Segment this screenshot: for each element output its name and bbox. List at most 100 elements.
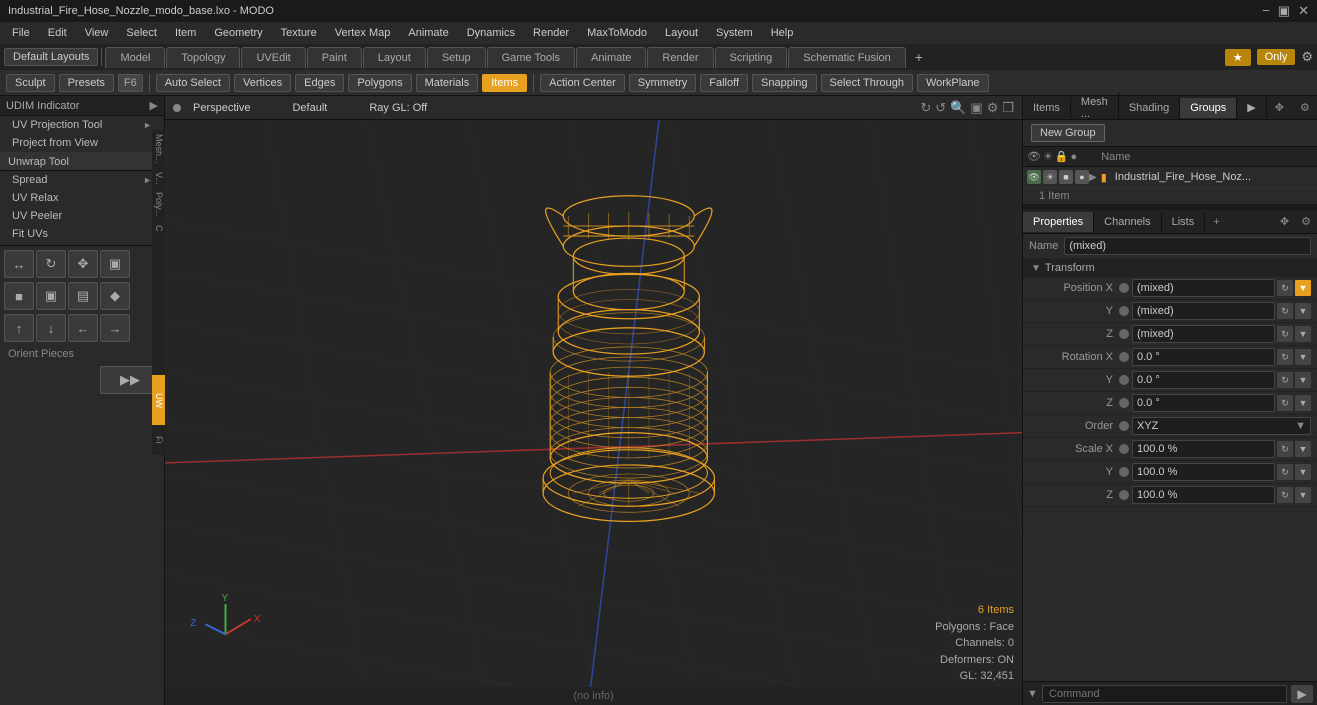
menu-system[interactable]: System	[708, 25, 761, 41]
pos-z-lock-icon[interactable]: ▼	[1295, 326, 1311, 342]
viewport-fit-icon[interactable]: ▣	[970, 100, 982, 116]
viewport-search-icon[interactable]: 🔍	[950, 100, 966, 116]
uv-peeler-item[interactable]: UV Peeler	[0, 207, 164, 225]
tab-gear-icon[interactable]: ⚙	[1301, 49, 1313, 65]
name-value[interactable]: (mixed)	[1064, 237, 1311, 255]
tool-icon-8[interactable]: ◆	[100, 282, 130, 310]
viewport-rotate-icon[interactable]: ↻	[920, 100, 931, 116]
spread-item[interactable]: Spread ►	[0, 171, 164, 189]
only-button[interactable]: Only	[1257, 49, 1296, 65]
rot-y-lock-icon[interactable]: ▼	[1295, 372, 1311, 388]
tab-mesh[interactable]: Mesh ...	[1071, 92, 1119, 124]
rot-x-lock-icon[interactable]: ▼	[1295, 349, 1311, 365]
tool-icon-1[interactable]: ↔	[4, 250, 34, 278]
scale-z-lock-icon[interactable]: ▼	[1295, 487, 1311, 503]
tool-icon-7[interactable]: ▤	[68, 282, 98, 310]
rot-z-lock-icon[interactable]: ▼	[1295, 395, 1311, 411]
tab-game-tools[interactable]: Game Tools	[487, 47, 576, 68]
tool-icon-5[interactable]: ■	[4, 282, 34, 310]
polygons-button[interactable]: Polygons	[348, 74, 411, 92]
default-layouts-dropdown[interactable]: Default Layouts	[4, 48, 98, 66]
props-expand-icon[interactable]: ✥	[1274, 211, 1295, 232]
add-tab-button[interactable]: +	[907, 45, 931, 69]
rot-y-reset-icon[interactable]: ↻	[1277, 372, 1293, 388]
unwrap-tool-section[interactable]: Unwrap Tool	[0, 152, 164, 171]
group-row-1[interactable]: 👁 ☀ ■ ● ▶ ▮ Industrial_Fire_Hose_Noz...	[1023, 167, 1317, 188]
scale-y-lock-icon[interactable]: ▼	[1295, 464, 1311, 480]
sculpt-button[interactable]: Sculpt	[6, 74, 55, 92]
tab-channels[interactable]: Channels	[1094, 212, 1161, 232]
pos-y-lock-icon[interactable]: ▼	[1295, 303, 1311, 319]
order-value[interactable]: XYZ ▼	[1132, 417, 1311, 435]
position-z-value[interactable]: (mixed)	[1132, 325, 1275, 343]
snapping-button[interactable]: Snapping	[752, 74, 817, 92]
falloff-button[interactable]: Falloff	[700, 74, 748, 92]
tab-schematic[interactable]: Schematic Fusion	[788, 47, 905, 68]
menu-animate[interactable]: Animate	[400, 25, 456, 41]
transform-section-header[interactable]: ▼ Transform	[1023, 259, 1317, 277]
viewport-settings-icon[interactable]: ⚙	[987, 100, 999, 116]
group-render-icon[interactable]: ☀	[1043, 170, 1057, 184]
group-eye-icon[interactable]: 👁	[1027, 170, 1041, 184]
viewport-reset-icon[interactable]: ↺	[935, 100, 946, 116]
tab-layout[interactable]: Layout	[363, 47, 426, 68]
left-panel-expand-icon[interactable]: ▶	[150, 99, 158, 112]
menu-render[interactable]: Render	[525, 25, 577, 41]
rot-z-reset-icon[interactable]: ↻	[1277, 395, 1293, 411]
tab-groups[interactable]: Groups	[1180, 98, 1237, 118]
tab-animate[interactable]: Animate	[576, 47, 646, 68]
props-tab-plus[interactable]: +	[1205, 212, 1227, 232]
right-expand-icon[interactable]: ✥	[1267, 97, 1292, 118]
rotation-x-value[interactable]: 0.0 °	[1132, 348, 1275, 366]
menu-select[interactable]: Select	[118, 25, 165, 41]
viewport-expand-icon[interactable]: ❒	[1002, 100, 1014, 116]
tool-icon-12[interactable]: →	[100, 314, 130, 342]
close-icon[interactable]: ✕	[1298, 3, 1309, 19]
menu-dynamics[interactable]: Dynamics	[459, 25, 523, 41]
group-prop-icon[interactable]: ●	[1075, 170, 1089, 184]
menu-view[interactable]: View	[77, 25, 117, 41]
tool-icon-10[interactable]: ↓	[36, 314, 66, 342]
tool-icon-3[interactable]: ✥	[68, 250, 98, 278]
menu-layout[interactable]: Layout	[657, 25, 706, 41]
menu-file[interactable]: File	[4, 25, 38, 41]
menu-geometry[interactable]: Geometry	[206, 25, 270, 41]
tool-icon-4[interactable]: ▣	[100, 250, 130, 278]
menu-item[interactable]: Item	[167, 25, 204, 41]
auto-select-button[interactable]: Auto Select	[156, 74, 230, 92]
scale-x-lock-icon[interactable]: ▼	[1295, 441, 1311, 457]
viewport[interactable]: Perspective Default Ray GL: Off ↻ ↺ 🔍 ▣ …	[165, 96, 1022, 705]
tab-properties[interactable]: Properties	[1023, 212, 1094, 232]
scale-y-reset-icon[interactable]: ↻	[1277, 464, 1293, 480]
tab-setup[interactable]: Setup	[427, 47, 486, 68]
pos-x-reset-icon[interactable]: ↻	[1277, 280, 1293, 296]
select-through-button[interactable]: Select Through	[821, 74, 913, 92]
tab-scripting[interactable]: Scripting	[715, 47, 788, 68]
maximize-icon[interactable]: ▣	[1278, 3, 1290, 19]
rot-x-reset-icon[interactable]: ↻	[1277, 349, 1293, 365]
fit-uvs-item[interactable]: Fit UVs	[0, 225, 164, 243]
tab-lists[interactable]: Lists	[1162, 212, 1206, 232]
command-submit-icon[interactable]: ▶	[1291, 685, 1313, 703]
expand-btn[interactable]: ▶▶	[100, 366, 160, 394]
menu-texture[interactable]: Texture	[273, 25, 325, 41]
position-x-value[interactable]: (mixed)	[1132, 279, 1275, 297]
scale-z-reset-icon[interactable]: ↻	[1277, 487, 1293, 503]
tab-paint[interactable]: Paint	[307, 47, 362, 68]
presets-button[interactable]: Presets	[59, 74, 114, 92]
edges-button[interactable]: Edges	[295, 74, 344, 92]
tool-icon-6[interactable]: ▣	[36, 282, 66, 310]
project-from-view-item[interactable]: Project from View	[0, 134, 164, 152]
vertices-button[interactable]: Vertices	[234, 74, 291, 92]
tab-render[interactable]: Render	[647, 47, 713, 68]
position-y-value[interactable]: (mixed)	[1132, 302, 1275, 320]
group-lock-icon[interactable]: ■	[1059, 170, 1073, 184]
menu-help[interactable]: Help	[763, 25, 802, 41]
viewport-canvas[interactable]: X Y Z 6 Items Polygons : Face Channels: …	[165, 120, 1022, 705]
materials-button[interactable]: Materials	[416, 74, 479, 92]
new-group-button[interactable]: New Group	[1031, 124, 1105, 142]
command-input[interactable]	[1042, 685, 1287, 703]
rotation-y-value[interactable]: 0.0 °	[1132, 371, 1275, 389]
scale-x-reset-icon[interactable]: ↻	[1277, 441, 1293, 457]
action-center-button[interactable]: Action Center	[540, 74, 625, 92]
